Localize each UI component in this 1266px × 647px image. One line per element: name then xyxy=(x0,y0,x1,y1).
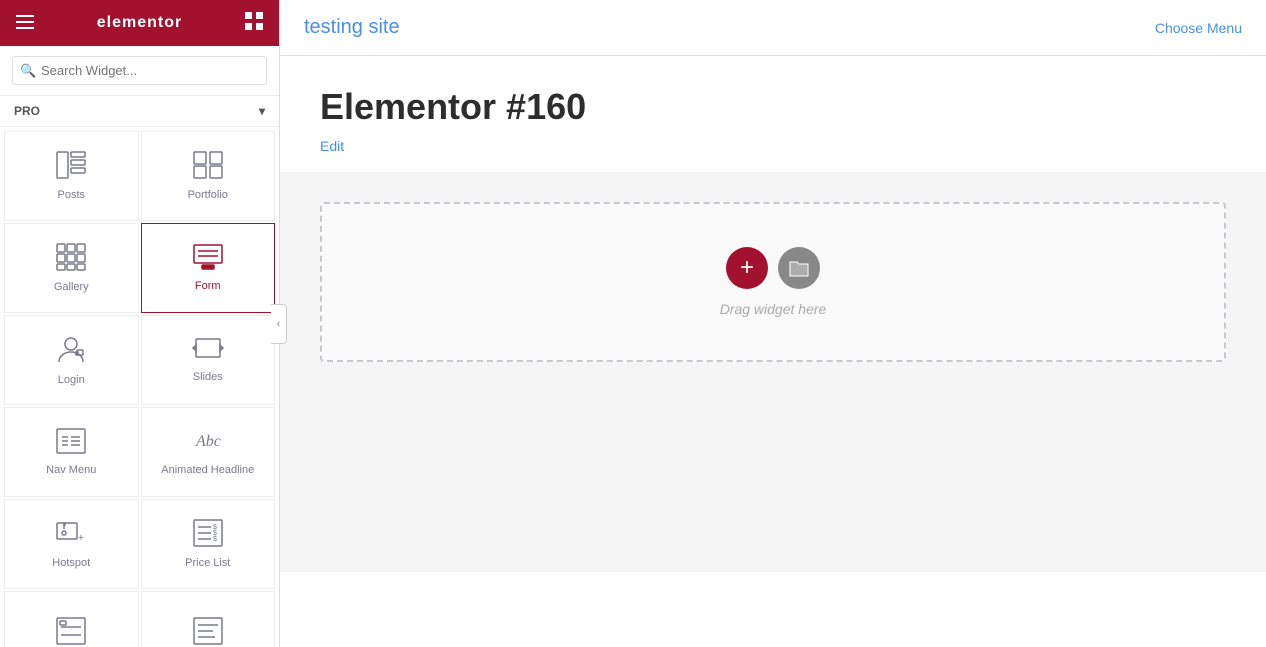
sidebar-collapse-handle[interactable]: ‹ xyxy=(271,304,287,344)
posts-label: Posts xyxy=(57,189,85,201)
counter-icon xyxy=(56,617,86,647)
gallery-label: Gallery xyxy=(54,281,89,293)
page-header-area: Elementor #160 Edit xyxy=(280,56,1266,172)
widget-item-nav-menu[interactable]: Nav Menu xyxy=(4,407,139,497)
sidebar: elementor 🔍 PRO ▾ xyxy=(0,0,280,647)
widget-item-price-list[interactable]: $ $ $ Price List xyxy=(141,499,276,589)
widget-item-login[interactable]: Login xyxy=(4,315,139,405)
drop-zone-buttons: + xyxy=(726,247,820,289)
main-content: testing site Choose Menu Elementor #160 … xyxy=(280,0,1266,647)
animated-headline-icon: Abc xyxy=(193,428,223,458)
page-content-area: Elementor #160 Edit + Drag widget here xyxy=(280,56,1266,647)
template-button[interactable] xyxy=(778,247,820,289)
search-area: 🔍 xyxy=(0,46,279,96)
chevron-down-icon: ▾ xyxy=(259,104,265,118)
nav-menu-icon xyxy=(56,428,86,458)
svg-text:Abc: Abc xyxy=(195,433,221,450)
app-logo: elementor xyxy=(97,14,182,32)
page-heading: Elementor #160 xyxy=(320,86,1226,128)
drop-zone: + Drag widget here xyxy=(320,202,1226,362)
svg-text:$: $ xyxy=(213,536,217,543)
price-list-icon: $ $ $ xyxy=(193,519,223,551)
grid-view-icon[interactable] xyxy=(245,12,263,35)
widget-grid: Posts Portfolio xyxy=(0,127,279,647)
form-label: Form xyxy=(195,280,221,292)
login-icon xyxy=(57,334,85,368)
widget-item-portfolio[interactable]: Portfolio xyxy=(141,131,276,221)
hotspot-label: Hotspot xyxy=(52,557,90,569)
drag-hint: Drag widget here xyxy=(720,301,827,317)
choose-menu-button[interactable]: Choose Menu xyxy=(1155,20,1242,36)
search-icon: 🔍 xyxy=(20,63,36,79)
hamburger-icon[interactable] xyxy=(16,13,34,34)
slides-icon xyxy=(192,337,224,365)
portfolio-label: Portfolio xyxy=(188,189,228,201)
hotspot-icon: + xyxy=(56,519,86,551)
top-bar: testing site Choose Menu xyxy=(280,0,1266,56)
slides-label: Slides xyxy=(193,371,223,383)
widget-item-11[interactable] xyxy=(4,591,139,647)
search-input[interactable] xyxy=(12,56,267,85)
news-ticker-icon xyxy=(193,617,223,647)
portfolio-icon xyxy=(193,151,223,183)
canvas-area: + Drag widget here xyxy=(280,172,1266,572)
widget-item-hotspot[interactable]: + Hotspot xyxy=(4,499,139,589)
gallery-icon xyxy=(56,243,86,275)
widget-item-12[interactable] xyxy=(141,591,276,647)
posts-icon xyxy=(56,151,86,183)
pro-label: PRO xyxy=(14,104,40,118)
nav-menu-label: Nav Menu xyxy=(46,464,96,476)
sidebar-header: elementor xyxy=(0,0,279,46)
widget-item-slides[interactable]: Slides xyxy=(141,315,276,405)
svg-text:+: + xyxy=(78,533,84,544)
price-list-label: Price List xyxy=(185,557,230,569)
edit-link[interactable]: Edit xyxy=(320,138,344,154)
login-label: Login xyxy=(58,374,85,386)
widget-item-posts[interactable]: Posts xyxy=(4,131,139,221)
pro-section[interactable]: PRO ▾ xyxy=(0,96,279,127)
site-title: testing site xyxy=(304,16,400,39)
add-widget-button[interactable]: + xyxy=(726,247,768,289)
animated-headline-label: Animated Headline xyxy=(161,464,254,476)
widget-item-form[interactable]: Form xyxy=(141,223,276,313)
widget-item-animated-headline[interactable]: Abc Animated Headline xyxy=(141,407,276,497)
widget-item-gallery[interactable]: Gallery xyxy=(4,223,139,313)
form-icon xyxy=(193,244,223,274)
